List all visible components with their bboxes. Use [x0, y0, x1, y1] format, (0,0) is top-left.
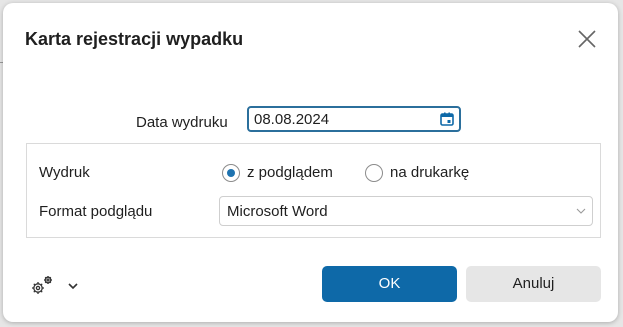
print-dialog: Karta rejestracji wypadku Data wydruku 0…: [3, 3, 618, 322]
settings-menu-button[interactable]: [29, 273, 81, 297]
radio-to-printer[interactable]: [365, 164, 383, 182]
gears-icon: [32, 276, 52, 294]
format-label: Format podglądu: [39, 203, 153, 220]
close-icon: [578, 30, 596, 48]
dialog-title: Karta rejestracji wypadku: [25, 29, 244, 49]
calendar-icon[interactable]: [440, 112, 454, 126]
options-group: Wydruk z podglądem na drukarkę Format po…: [26, 143, 601, 238]
format-select[interactable]: Microsoft Word: [219, 196, 593, 226]
chevron-down-icon: [68, 283, 78, 290]
date-value: 08.08.2024: [254, 111, 330, 128]
print-label: Wydruk: [39, 164, 90, 181]
close-button[interactable]: [576, 28, 598, 50]
date-label: Data wydruku: [136, 114, 228, 131]
radio-with-preview-label[interactable]: z podglądem: [247, 164, 333, 181]
radio-to-printer-label[interactable]: na drukarkę: [390, 164, 469, 181]
ok-button[interactable]: OK: [322, 266, 457, 302]
date-input[interactable]: 08.08.2024: [247, 106, 461, 132]
cancel-button[interactable]: Anuluj: [466, 266, 601, 302]
radio-with-preview[interactable]: [222, 164, 240, 182]
chevron-down-icon: [576, 208, 586, 214]
format-select-value: Microsoft Word: [227, 203, 328, 220]
